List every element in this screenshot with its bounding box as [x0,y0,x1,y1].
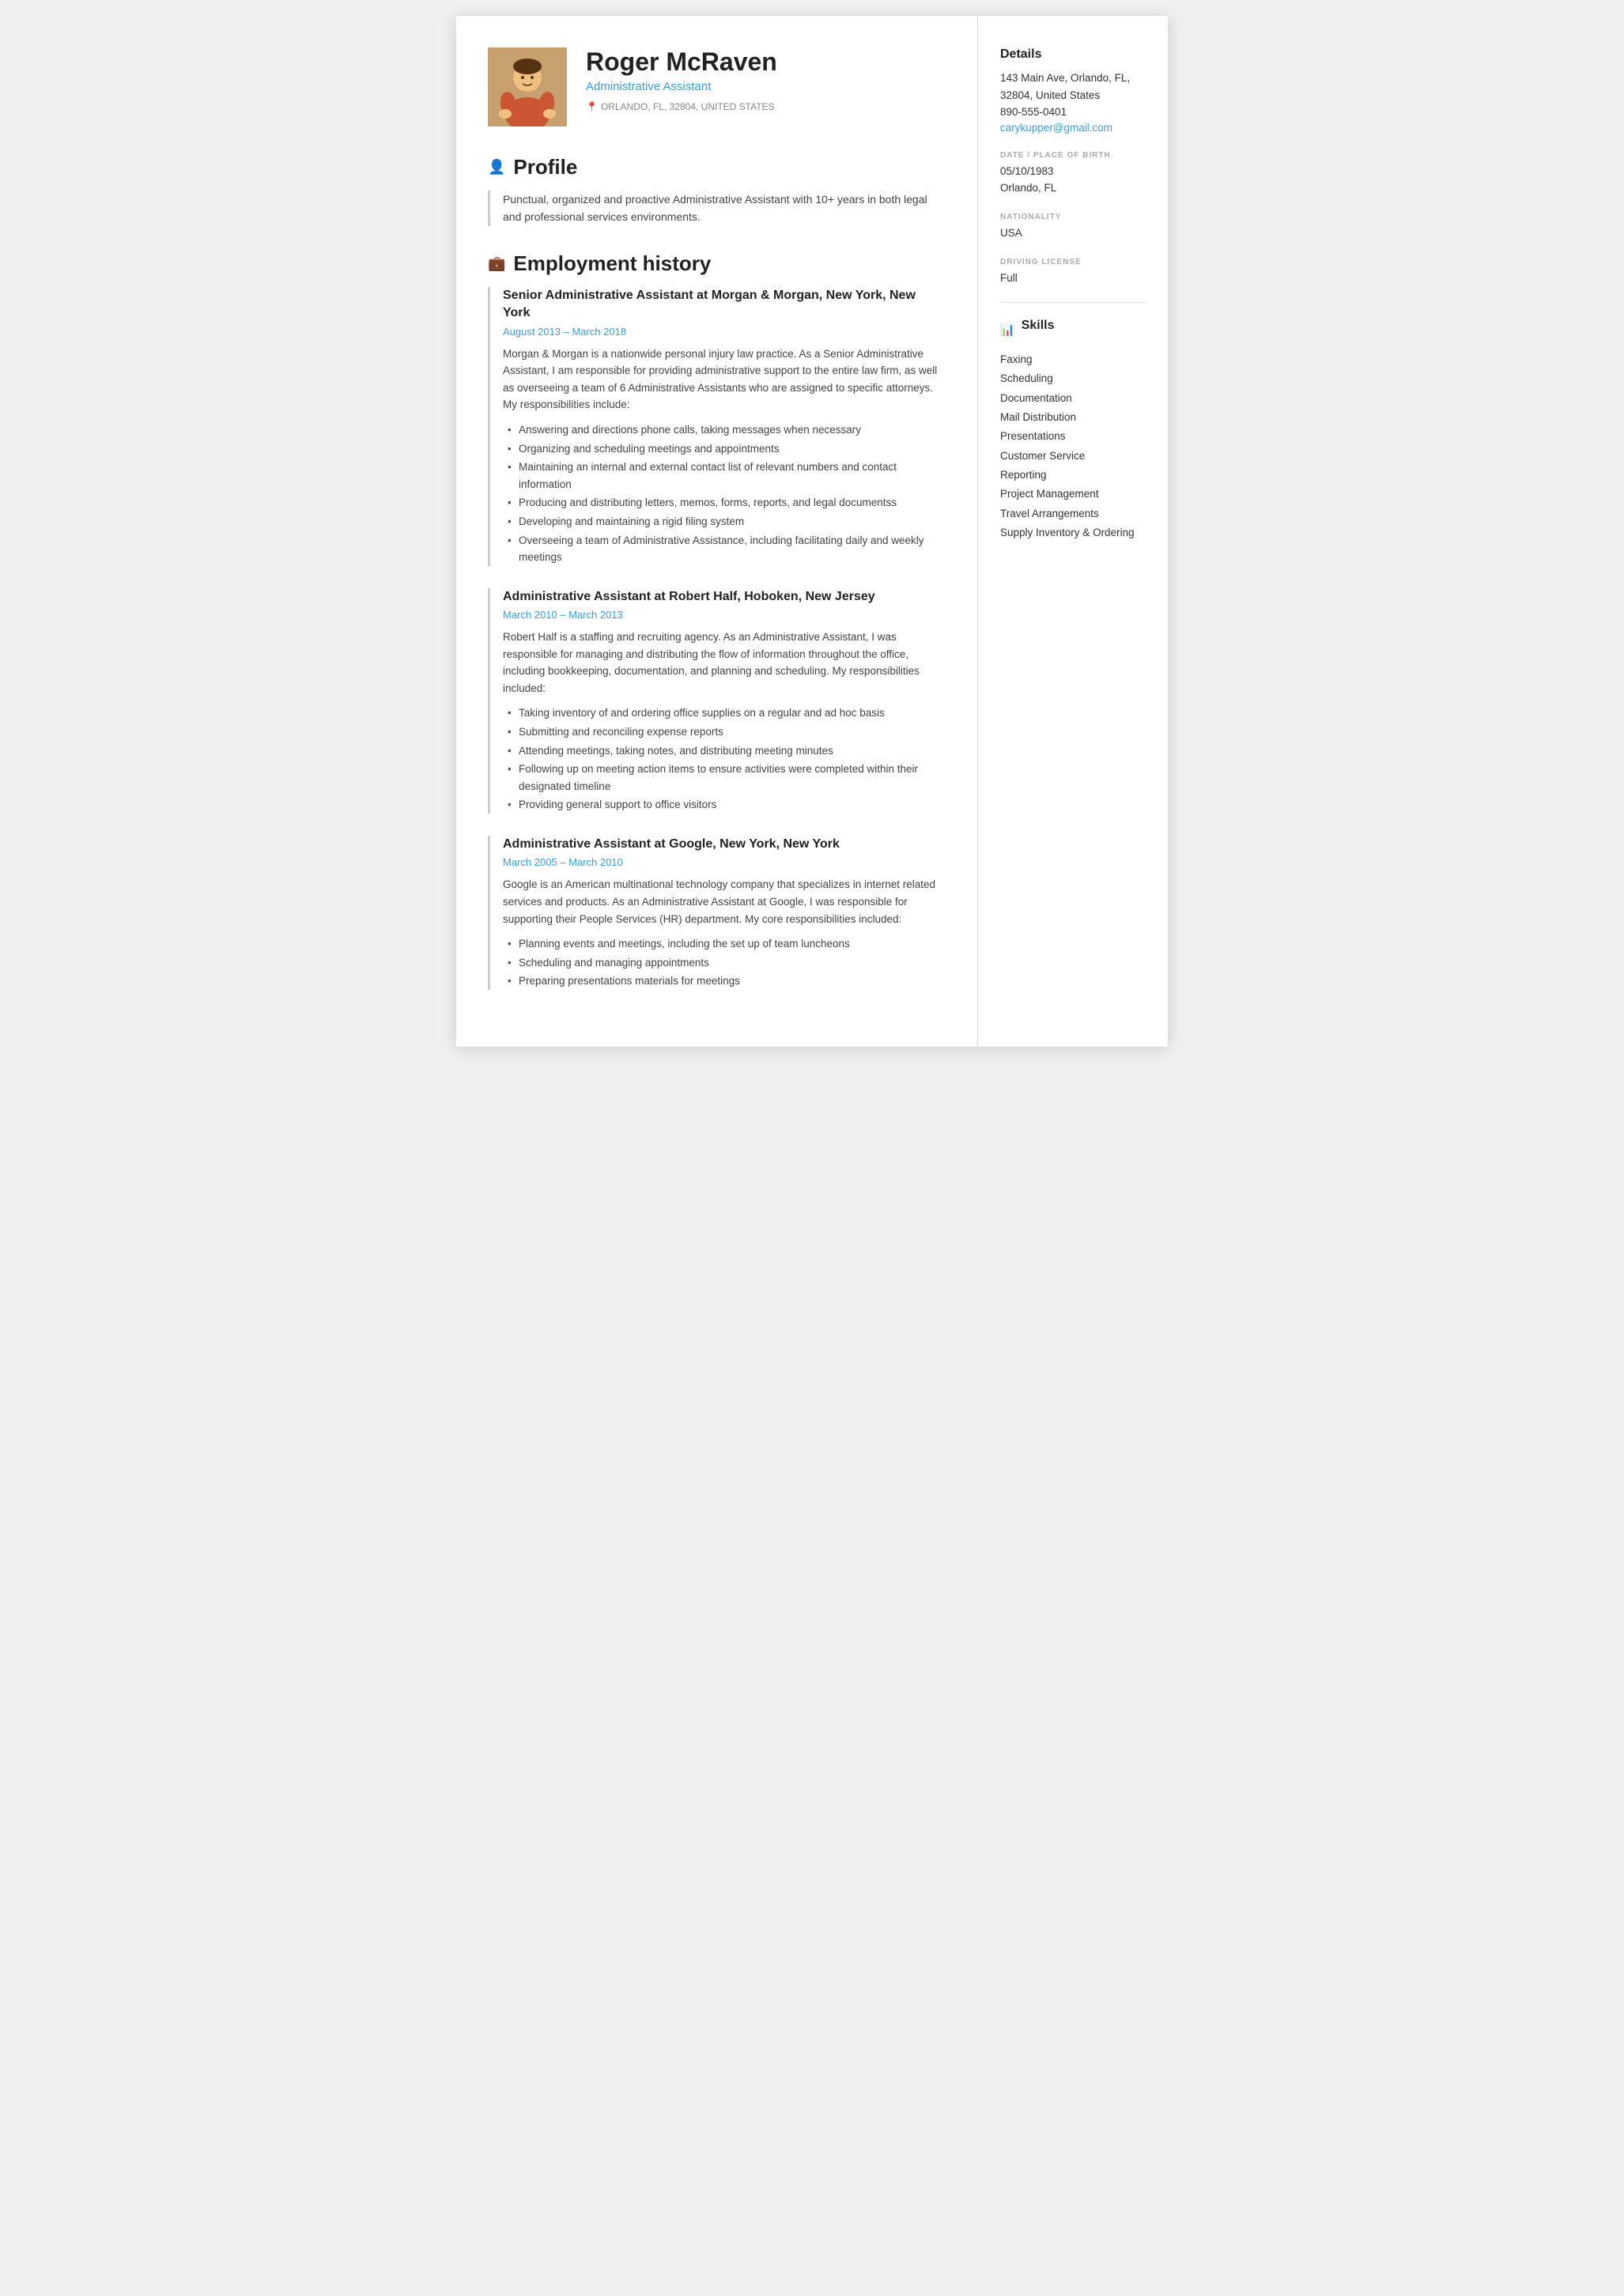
skill-item: Documentation [1000,389,1146,408]
list-item: Attending meetings, taking notes, and di… [506,742,946,760]
sidebar-phone: 890-555-0401 [1000,104,1146,121]
list-item: Organizing and scheduling meetings and a… [506,440,946,458]
sidebar-address: 143 Main Ave, Orlando, FL, 32804, United… [1000,70,1146,104]
sidebar-driving: Full [1000,270,1146,287]
list-item: Answering and directions phone calls, ta… [506,421,946,439]
job-bullets-3: Planning events and meetings, including … [503,935,946,990]
sidebar-dob: 05/10/1983 [1000,163,1146,180]
skill-item: Travel Arrangements [1000,504,1146,523]
list-item: Providing general support to office visi… [506,796,946,814]
nationality-label: NATIONALITY [1000,213,1146,221]
dob-label: DATE / PLACE OF BIRTH [1000,151,1146,160]
list-item: Submitting and reconciling expense repor… [506,723,946,741]
list-item: Following up on meeting action items to … [506,761,946,795]
list-item: Maintaining an internal and external con… [506,459,946,493]
header: Roger McRaven Administrative Assistant 📍… [488,47,946,127]
skill-item: Mail Distribution [1000,408,1146,427]
location-icon: 📍 [586,101,598,112]
list-item: Planning events and meetings, including … [506,935,946,953]
candidate-location: 📍 ORLANDO, FL, 32804, UNITED STATES [586,101,946,112]
employment-section: 💼 Employment history Senior Administrati… [488,251,946,990]
job-entry-3: Administrative Assistant at Google, New … [488,836,946,990]
skill-item: Customer Service [1000,447,1146,466]
list-item: Preparing presentations materials for me… [506,972,946,990]
main-content: Roger McRaven Administrative Assistant 📍… [456,16,978,1047]
job-entry-1: Senior Administrative Assistant at Morga… [488,287,946,566]
avatar [488,47,567,127]
skill-item: Faxing [1000,350,1146,369]
skills-icon: 📊 [1000,323,1015,337]
candidate-name: Roger McRaven [586,47,946,77]
job-entry-2: Administrative Assistant at Robert Half,… [488,588,946,814]
list-item: Taking inventory of and ordering office … [506,704,946,722]
list-item: Overseeing a team of Administrative Assi… [506,532,946,566]
employment-icon: 💼 [488,255,505,272]
profile-text-wrap: Punctual, organized and proactive Admini… [488,191,946,226]
profile-section: 👤 Profile Punctual, organized and proact… [488,155,946,226]
resume-container: Roger McRaven Administrative Assistant 📍… [456,16,1168,1047]
profile-title-row: 👤 Profile [488,155,946,179]
job-bullets-1: Answering and directions phone calls, ta… [503,421,946,566]
list-item: Developing and maintaining a rigid filin… [506,513,946,531]
profile-text: Punctual, organized and proactive Admini… [503,191,946,226]
sidebar-dob-place: Orlando, FL [1000,179,1146,197]
job-bullets-2: Taking inventory of and ordering office … [503,704,946,814]
skills-list: Faxing Scheduling Documentation Mail Dis… [1000,350,1146,542]
list-item: Producing and distributing letters, memo… [506,494,946,512]
skills-title: Skills [1022,319,1055,333]
skill-item: Presentations [1000,427,1146,446]
skill-item: Reporting [1000,466,1146,485]
list-item: Scheduling and managing appointments [506,954,946,972]
sidebar-divider [1000,302,1146,303]
skill-item: Supply Inventory & Ordering [1000,523,1146,542]
job-description-3: Google is an American multinational tech… [503,876,946,927]
header-info: Roger McRaven Administrative Assistant 📍… [586,47,946,112]
details-title: Details [1000,47,1146,62]
employment-title-row: 💼 Employment history [488,251,946,276]
job-dates-1: August 2013 – March 2018 [503,326,946,338]
skill-item: Project Management [1000,485,1146,504]
job-dates-2: March 2010 – March 2013 [503,609,946,621]
job-title-2: Administrative Assistant at Robert Half,… [503,588,946,606]
job-dates-3: March 2005 – March 2010 [503,856,946,868]
sidebar-email[interactable]: carykupper@gmail.com [1000,122,1112,134]
candidate-title: Administrative Assistant [586,80,946,93]
job-description-1: Morgan & Morgan is a nationwide personal… [503,346,946,414]
profile-section-title: Profile [513,155,577,179]
profile-icon: 👤 [488,159,505,176]
sidebar-nationality: USA [1000,225,1146,242]
job-title-3: Administrative Assistant at Google, New … [503,836,946,853]
skill-item: Scheduling [1000,369,1146,388]
driving-label: DRIVING LICENSE [1000,258,1146,266]
job-description-2: Robert Half is a staffing and recruiting… [503,629,946,697]
skills-title-row: 📊 Skills [1000,319,1146,341]
sidebar: Details 143 Main Ave, Orlando, FL, 32804… [978,16,1168,1047]
employment-section-title: Employment history [513,251,711,276]
job-title-1: Senior Administrative Assistant at Morga… [503,287,946,323]
